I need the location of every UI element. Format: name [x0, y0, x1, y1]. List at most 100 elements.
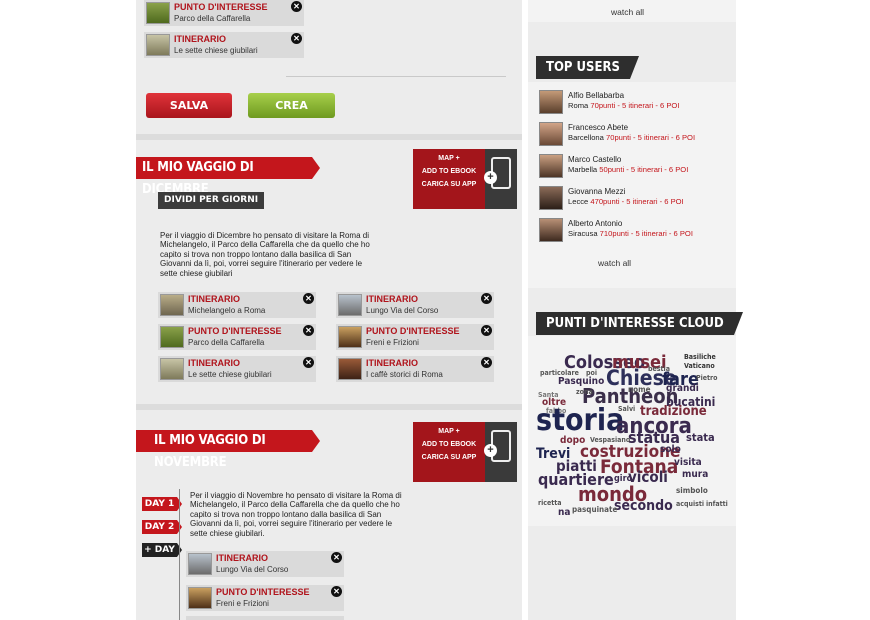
user-name[interactable]: Francesco Abete — [568, 123, 628, 132]
user-city: Marbella — [568, 165, 598, 174]
itinerary-item[interactable]: ITINERARIO Michelangelo a Roma ✕ — [158, 292, 316, 318]
item-thumbnail — [160, 326, 184, 348]
item-thumbnail — [160, 294, 184, 316]
item-type: ITINERARIO — [188, 358, 241, 368]
avatar — [539, 90, 563, 114]
item-thumbnail — [338, 294, 362, 316]
cloud-word[interactable]: infatti — [706, 501, 728, 508]
split-by-days-button[interactable]: DIVIDI PER GIORNI — [158, 192, 265, 209]
item-name: Lungo Via del Corso — [216, 565, 289, 574]
cloud-word[interactable]: ricetta — [538, 500, 562, 507]
create-button[interactable]: CREA — [248, 93, 335, 118]
previous-widget: watch all — [528, 0, 736, 22]
item-thumbnail — [188, 587, 212, 609]
cloud-word[interactable]: stata — [686, 432, 715, 443]
day-2-tab[interactable]: DAY 2 — [142, 520, 182, 534]
poi-cloud-title: PUNTI D'INTERESSE CLOUD — [536, 312, 743, 335]
itinerary-item[interactable]: ITINERARIO I caffè storici di Roma ✕ — [336, 356, 494, 382]
item-name: Parco della Caffarella — [174, 14, 251, 23]
user-city: Lecce — [568, 197, 589, 206]
section-divider — [136, 404, 522, 410]
upload-to-app-link[interactable]: CARICA SU APP — [413, 451, 485, 464]
add-icon[interactable]: + — [484, 171, 497, 184]
avatar — [539, 154, 563, 178]
word-cloud: Colosseo musei Basiliche Vaticano particolar… — [536, 344, 732, 520]
remove-icon[interactable]: ✕ — [481, 325, 492, 336]
poi-item[interactable]: PUNTO D'INTERESSE Parco della Caffarella… — [144, 0, 304, 26]
item-type: ITINERARIO — [174, 34, 227, 44]
cloud-word[interactable]: Basiliche — [684, 354, 716, 361]
cloud-word[interactable]: zona — [576, 389, 593, 396]
cloud-word[interactable]: pasquinate — [572, 506, 617, 514]
user-entry[interactable]: Alberto Antonio Siracusa 710punti - 5 it… — [539, 218, 729, 246]
user-stats: 710punti - 5 itinerari - 6 POI — [599, 229, 693, 238]
map-plus-link[interactable]: MAP + — [413, 425, 485, 438]
poi-item[interactable]: PUNTO D'INTERESSE Parco della Caffarella… — [158, 324, 316, 350]
watch-all-link[interactable]: watch all — [611, 7, 644, 17]
cloud-word[interactable]: solo — [660, 445, 681, 455]
itinerary-item[interactable]: ITINERARIO Lungo Via del Corso ✕ — [336, 292, 494, 318]
app-actions-box: MAP + ADD TO EBOOK CARICA SU APP + — [413, 422, 517, 482]
cloud-word[interactable]: acquisti — [676, 501, 704, 508]
cloud-word[interactable]: na — [558, 508, 570, 518]
remove-icon[interactable]: ✕ — [291, 33, 302, 44]
user-entry[interactable]: Giovanna Mezzi Lecce 470punti - 5 itiner… — [539, 186, 729, 214]
user-city: Barcellona — [568, 133, 604, 142]
remove-icon[interactable]: ✕ — [331, 586, 342, 597]
add-to-ebook-link[interactable]: ADD TO EBOOK — [413, 165, 485, 178]
page: PUNTO D'INTERESSE Parco della Caffarella… — [0, 0, 870, 620]
user-city: Siracusa — [568, 229, 598, 238]
watch-all-link[interactable]: watch all — [598, 258, 631, 268]
poi-item[interactable]: PUNTO D'INTERESSE Freni e Frizioni ✕ — [336, 324, 494, 350]
save-button[interactable]: SALVA — [146, 93, 232, 118]
cloud-word[interactable]: mura — [682, 470, 708, 480]
item-type: ITINERARIO — [366, 358, 419, 368]
user-city: Roma — [568, 101, 589, 110]
remove-icon[interactable]: ✕ — [303, 357, 314, 368]
add-icon[interactable]: + — [484, 444, 497, 457]
itinerary-item[interactable]: ITINERARIO Lungo Via del Corso ✕ — [186, 551, 344, 577]
item-thumbnail — [146, 2, 170, 24]
user-name[interactable]: Giovanna Mezzi — [568, 187, 625, 196]
avatar — [539, 122, 563, 146]
user-entry[interactable]: Francesco Abete Barcellona 70punti - 5 i… — [539, 122, 729, 150]
day-1-tab[interactable]: DAY 1 — [142, 497, 182, 511]
item-type: PUNTO D'INTERESSE — [216, 587, 310, 597]
avatar — [539, 218, 563, 242]
cloud-word[interactable]: Pietro — [696, 375, 718, 382]
cloud-word[interactable]: nome — [628, 386, 650, 394]
item-name: Freni e Frizioni — [366, 338, 419, 347]
user-entry[interactable]: Alfio Bellabarba Roma 70punti - 5 itiner… — [539, 90, 729, 118]
cloud-word[interactable]: secondo — [614, 499, 673, 513]
itinerary-item — [186, 616, 344, 620]
trip-description: Per il viaggio di Novembre ho pensato di… — [190, 491, 402, 538]
poi-item[interactable]: PUNTO D'INTERESSE Freni e Frizioni ✕ — [186, 585, 344, 611]
cloud-word[interactable]: storia — [536, 406, 624, 436]
user-entry[interactable]: Marco Castello Marbella 50punti - 5 itin… — [539, 154, 729, 182]
item-name: I caffè storici di Roma — [366, 370, 443, 379]
main-column: PUNTO D'INTERESSE Parco della Caffarella… — [136, 0, 522, 620]
map-plus-link[interactable]: MAP + — [413, 152, 485, 165]
item-name: Lungo Via del Corso — [366, 306, 439, 315]
itinerary-item[interactable]: ITINERARIO Le sette chiese giubilari ✕ — [158, 356, 316, 382]
add-day-button[interactable]: + DAY — [142, 543, 182, 557]
add-to-ebook-link[interactable]: ADD TO EBOOK — [413, 438, 485, 451]
upload-to-app-link[interactable]: CARICA SU APP — [413, 178, 485, 191]
remove-icon[interactable]: ✕ — [481, 293, 492, 304]
remove-icon[interactable]: ✕ — [331, 552, 342, 563]
remove-icon[interactable]: ✕ — [291, 1, 302, 12]
user-name[interactable]: Alfio Bellabarba — [568, 91, 624, 100]
user-name[interactable]: Marco Castello — [568, 155, 621, 164]
cloud-word[interactable]: simbolo — [676, 487, 708, 495]
item-name: Michelangelo a Roma — [188, 306, 266, 315]
remove-icon[interactable]: ✕ — [303, 293, 314, 304]
remove-icon[interactable]: ✕ — [303, 325, 314, 336]
item-name: Parco della Caffarella — [188, 338, 265, 347]
remove-icon[interactable]: ✕ — [481, 357, 492, 368]
item-name: Le sette chiese giubilari — [174, 46, 258, 55]
cloud-word[interactable]: visita — [674, 458, 702, 468]
user-name[interactable]: Alberto Antonio — [568, 219, 622, 228]
itinerary-item[interactable]: ITINERARIO Le sette chiese giubilari ✕ — [144, 32, 304, 58]
item-thumbnail — [188, 553, 212, 575]
item-thumbnail — [338, 358, 362, 380]
